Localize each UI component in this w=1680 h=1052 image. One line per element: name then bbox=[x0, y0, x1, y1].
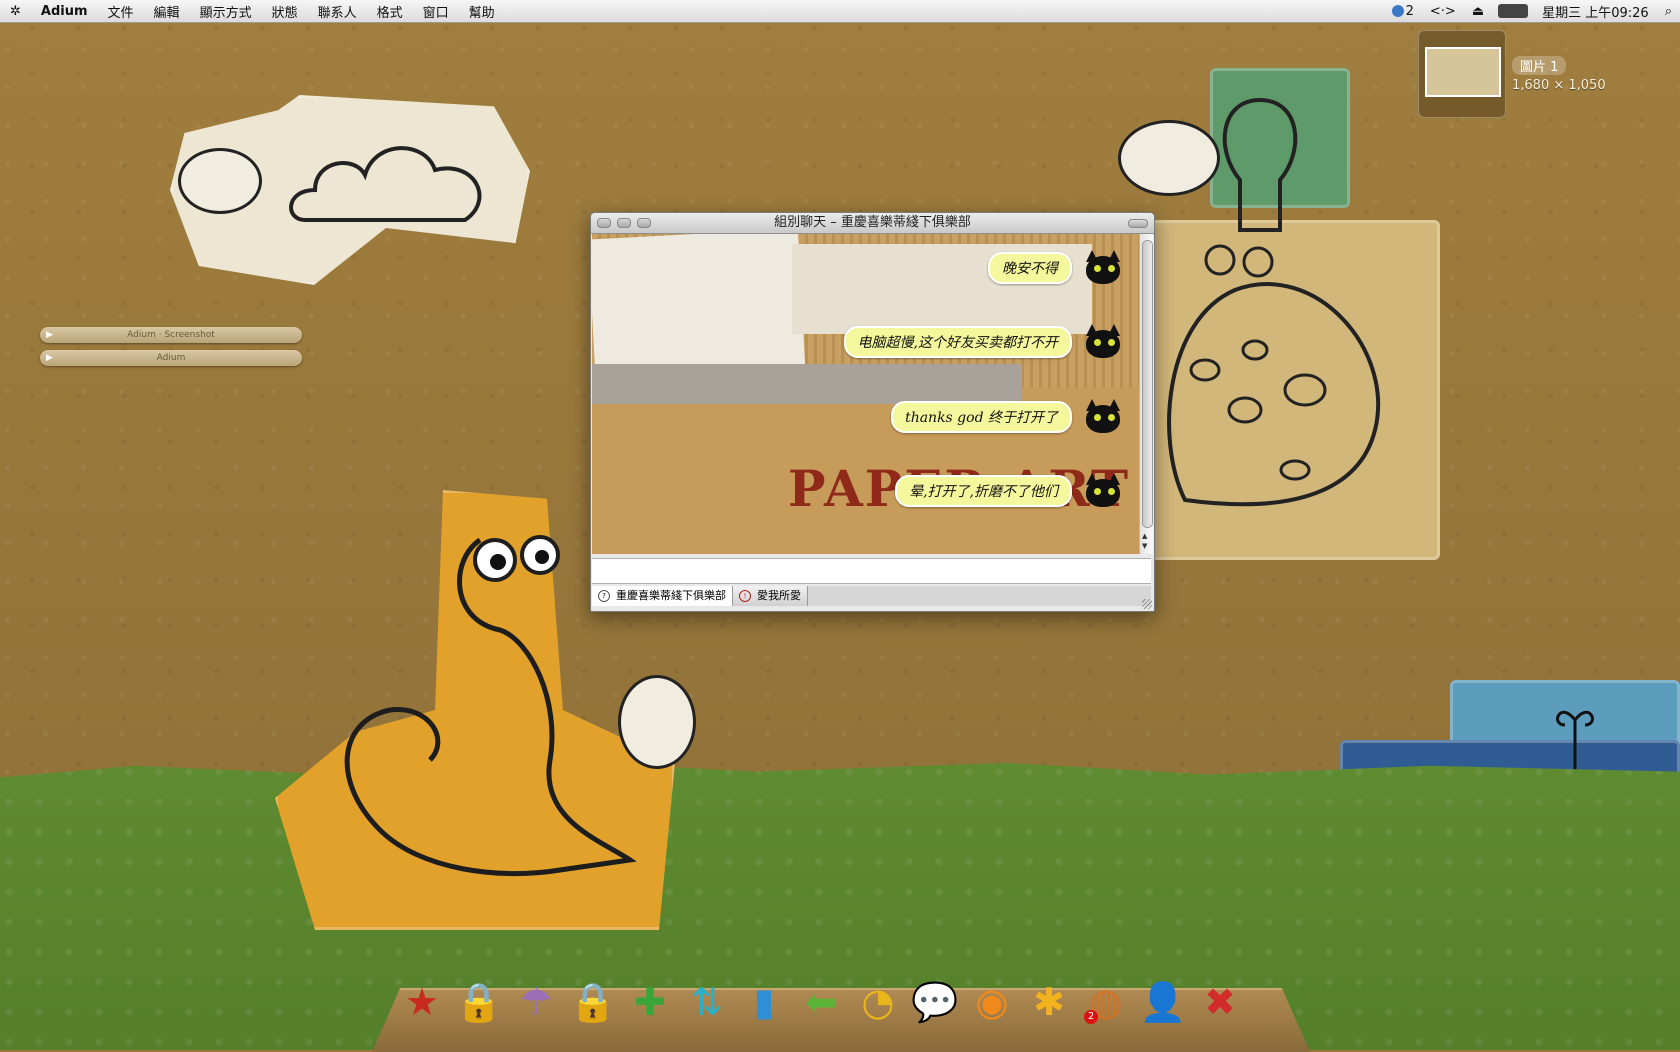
menu-status[interactable]: 狀態 bbox=[262, 2, 308, 21]
play-icon: ▶ bbox=[46, 353, 53, 363]
menu-format[interactable]: 格式 bbox=[367, 2, 413, 21]
cat-avatar-icon bbox=[1080, 471, 1124, 511]
message-bubble: 晚安不得 bbox=[988, 252, 1072, 284]
dock-close-icon[interactable]: ✖ bbox=[1196, 978, 1244, 1026]
cat-avatar-icon bbox=[1080, 397, 1124, 437]
dock-bars-icon[interactable]: ▮ bbox=[740, 978, 788, 1026]
mama-bubble-left bbox=[178, 148, 262, 214]
screenshot-thumbnail[interactable] bbox=[1418, 30, 1506, 118]
moon-drawing bbox=[1167, 282, 1381, 507]
dock-user-icon[interactable]: 👤 bbox=[1139, 978, 1187, 1026]
chat-tab-bar: ? 重慶喜樂蒂綫下俱樂部 ! 愛我所愛 bbox=[592, 586, 1151, 606]
apple-menu-icon[interactable]: ✲ bbox=[0, 4, 31, 19]
close-window-button[interactable] bbox=[597, 218, 611, 228]
eject-icon[interactable]: ⏏ bbox=[1464, 4, 1492, 19]
message-row: 晚安不得 bbox=[988, 248, 1124, 288]
dock-umbrella-icon[interactable]: ☂ bbox=[512, 978, 560, 1026]
toolbar-toggle-button[interactable] bbox=[1128, 219, 1148, 228]
sync-icon[interactable]: <·> bbox=[1422, 4, 1464, 19]
mama-bubble-kangaroo bbox=[618, 675, 696, 769]
scroll-down-icon[interactable]: ▼ bbox=[1142, 542, 1147, 550]
mama-bubble-top-right bbox=[1118, 120, 1220, 196]
menu-contacts[interactable]: 聯系人 bbox=[308, 2, 367, 21]
spotlight-icon[interactable]: ⌕ bbox=[1657, 4, 1680, 19]
menu-help[interactable]: 幫助 bbox=[459, 2, 505, 21]
window-title: 組別聊天 – 重慶喜樂蒂綫下俱樂部 bbox=[774, 215, 971, 230]
thumbnail-size: 1,680 × 1,050 bbox=[1512, 78, 1606, 93]
dock-chat-icon[interactable]: 💬 bbox=[911, 978, 959, 1026]
dock-pie-icon[interactable]: ◔ bbox=[854, 978, 902, 1026]
thumbnail-title[interactable]: 圖片 1 bbox=[1512, 56, 1567, 75]
message-row: 电脑超慢,这个好友买卖都打不开 bbox=[843, 322, 1124, 362]
resize-grip-icon[interactable] bbox=[1142, 599, 1152, 609]
message-bubble: 晕,打开了,折磨不了他们 bbox=[895, 475, 1072, 507]
message-bubble: thanks god 终于打开了 bbox=[891, 401, 1072, 433]
dock-gold-lock-icon[interactable]: 🔒 bbox=[569, 978, 617, 1026]
menu-extras: 2 <·> ⏏ 星期三 上午09:26 ⌕ bbox=[1384, 2, 1680, 21]
chat-transcript[interactable]: PAPER ART 晚安不得 电脑超慢,这个好友买卖都打不开 thanks go… bbox=[592, 234, 1140, 554]
message-input[interactable] bbox=[592, 558, 1151, 584]
message-bubble: 电脑超慢,这个好友买卖都打不开 bbox=[843, 326, 1072, 358]
thumbnail-image bbox=[1425, 47, 1501, 97]
message-row: 晕,打开了,折磨不了他们 bbox=[895, 471, 1124, 511]
dock-arrow-left-icon[interactable]: ⬅ bbox=[797, 978, 845, 1026]
menu-clock[interactable]: 星期三 上午09:26 bbox=[1534, 2, 1657, 21]
minimize-window-button[interactable] bbox=[617, 218, 631, 228]
tab-chongqing-club[interactable]: ? 重慶喜樂蒂綫下俱樂部 bbox=[592, 586, 733, 606]
lightbulb-drawing bbox=[1204, 97, 1298, 278]
adium-status-badge[interactable]: 2 bbox=[1384, 4, 1422, 19]
cloud-drawing bbox=[289, 146, 482, 222]
dock: ★ 🔒 ☂ 🔒 ✚ ⇅ ▮ ⬅ ◔ 💬 ◉ ✱ ◍ 2 👤 ✖ bbox=[398, 978, 1244, 1026]
dock-sync-icon[interactable]: ⇅ bbox=[683, 978, 731, 1026]
chat-status-icon: ! bbox=[739, 590, 751, 602]
adium-status-icon bbox=[1391, 5, 1404, 17]
scrollbar-knob[interactable] bbox=[1142, 240, 1153, 528]
scroll-up-icon[interactable]: ▲ bbox=[1142, 532, 1147, 540]
dock-badge: 2 bbox=[1084, 1010, 1098, 1024]
group-chat-window: 組別聊天 – 重慶喜樂蒂綫下俱樂部 PAPER ART 晚安不得 电脑超慢,这个… bbox=[590, 212, 1155, 612]
dock-red-lock-icon[interactable]: 🔒 bbox=[455, 978, 503, 1026]
chat-status-icon: ? bbox=[598, 590, 610, 602]
dock-star-icon[interactable]: ★ bbox=[398, 978, 446, 1026]
cat-avatar-icon bbox=[1080, 322, 1124, 362]
widget-bar-2[interactable]: ▶ Adium bbox=[40, 350, 302, 366]
dock-plus-icon[interactable]: ✚ bbox=[626, 978, 674, 1026]
dock-asterisk-icon[interactable]: ✱ bbox=[1025, 978, 1073, 1026]
menu-app-adium[interactable]: Adium bbox=[31, 4, 98, 19]
play-icon: ▶ bbox=[46, 330, 53, 340]
transcript-scrollbar[interactable]: ▲ ▼ bbox=[1139, 234, 1153, 554]
menu-file[interactable]: 文件 bbox=[98, 2, 144, 21]
menu-bar: ✲ Adium 文件 編輯 顯示方式 狀態 聯系人 格式 窗口 幫助 2 <·>… bbox=[0, 0, 1680, 23]
message-row: thanks god 终于打开了 bbox=[891, 397, 1124, 437]
notification-icon[interactable] bbox=[1498, 4, 1529, 18]
menu-view[interactable]: 顯示方式 bbox=[190, 2, 262, 21]
menu-window[interactable]: 窗口 bbox=[413, 2, 459, 21]
window-titlebar[interactable]: 組別聊天 – 重慶喜樂蒂綫下俱樂部 bbox=[591, 213, 1154, 234]
cat-avatar-icon bbox=[1080, 248, 1124, 288]
widget-bar-1[interactable]: ▶ Adium · Screenshot bbox=[40, 327, 302, 343]
dock-rss-icon[interactable]: ◉ bbox=[968, 978, 1016, 1026]
tab-love-what-i-love[interactable]: ! 愛我所愛 bbox=[733, 586, 808, 606]
zoom-window-button[interactable] bbox=[637, 218, 651, 228]
menu-edit[interactable]: 編輯 bbox=[144, 2, 190, 21]
dock-adium-duck-icon[interactable]: ◍ 2 bbox=[1082, 978, 1130, 1026]
